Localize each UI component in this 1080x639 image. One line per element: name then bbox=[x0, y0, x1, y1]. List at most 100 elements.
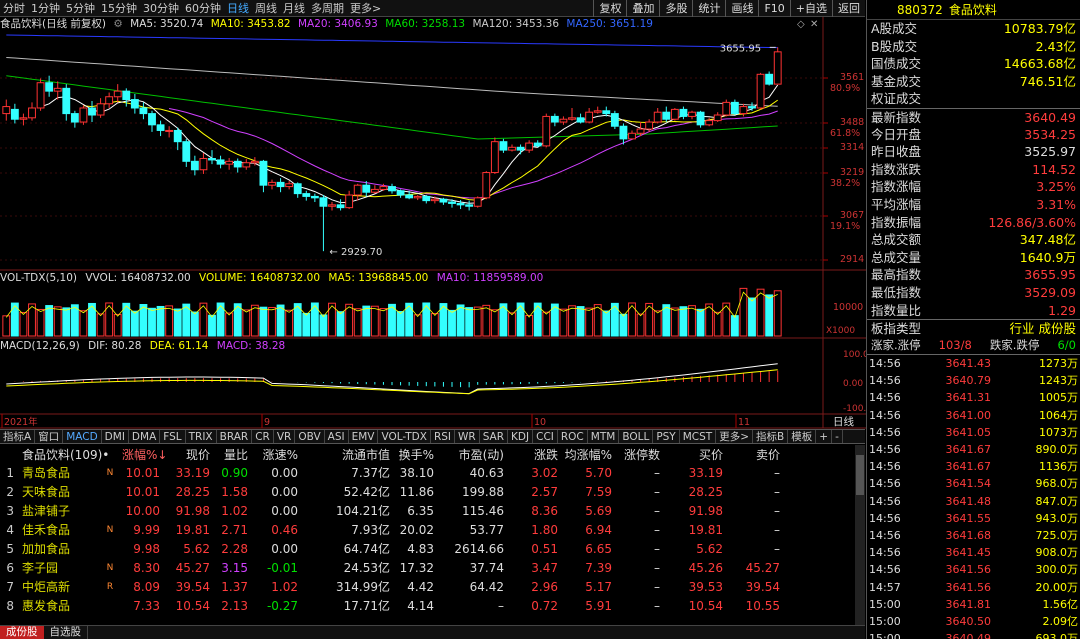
indicator-tab[interactable]: CR bbox=[252, 430, 274, 443]
indicator-tab[interactable]: + bbox=[816, 430, 833, 443]
indicator-tab[interactable]: WR bbox=[455, 430, 480, 443]
column-header[interactable]: 现价 bbox=[160, 446, 210, 463]
indicator-tab[interactable]: 模板 bbox=[788, 430, 817, 443]
table-row[interactable]: 4 佳禾食品 N 9.99 19.81 2.71 0.46 7.93亿 20.02 53.77 1.… bbox=[0, 520, 865, 539]
app-window: 分时 1分钟 5分钟 15分钟 30分钟 60分钟 日线 周线 月线 多周期 更… bbox=[0, 0, 1080, 639]
indicator-tab[interactable]: MCST bbox=[680, 430, 717, 443]
column-header[interactable]: 买价 bbox=[660, 446, 723, 463]
scroll-thumb[interactable] bbox=[856, 455, 864, 495]
price-axis-label: 3561 bbox=[840, 72, 864, 83]
tick-time: 14:56 bbox=[869, 425, 901, 439]
table-row[interactable]: 6 李子园 N 8.30 45.27 3.15 -0.01 24.53亿 17.32 37.74 3… bbox=[0, 558, 865, 577]
candle-body bbox=[379, 186, 388, 190]
volume-value: VOLUME: 16408732.00 bbox=[199, 272, 321, 284]
stat-row: 昨日收盘 3525.97 bbox=[867, 143, 1080, 161]
column-header[interactable]: 食品饮料(109)• bbox=[22, 446, 109, 463]
candle-body bbox=[730, 101, 739, 115]
indicator-tab[interactable]: 窗口 bbox=[35, 430, 64, 443]
stat-value: 2.43亿 bbox=[1035, 38, 1076, 54]
indicator-tab[interactable]: VR bbox=[274, 430, 296, 443]
candle-body bbox=[62, 87, 71, 115]
cell-zt: – bbox=[654, 522, 660, 537]
cell-turn: 4.14 bbox=[407, 598, 434, 613]
tick-time: 14:56 bbox=[869, 357, 901, 371]
table-row[interactable]: 3 盐津铺子 10.00 91.98 1.02 0.00 104.21亿 6.35 115.46… bbox=[0, 501, 865, 520]
indicator-tab[interactable]: FSL bbox=[160, 430, 186, 443]
indicator-tab[interactable]: SAR bbox=[480, 430, 509, 443]
candle-body bbox=[585, 111, 594, 123]
tick-time: 14:56 bbox=[869, 546, 901, 560]
stat-label: B股成交 bbox=[871, 38, 918, 54]
cell-chg: 8.36 bbox=[531, 503, 558, 518]
indicator-tab[interactable]: BRAR bbox=[217, 430, 253, 443]
tick-price: 3641.00 bbox=[945, 408, 992, 422]
indicator-tab[interactable]: ROC bbox=[558, 430, 588, 443]
table-row[interactable]: 7 中炬高新 R 8.09 39.54 1.37 1.02 314.99亿 4.42 64.42 2… bbox=[0, 577, 865, 596]
indicator-tab[interactable]: KDJ bbox=[508, 430, 534, 443]
column-header[interactable]: 涨跌 bbox=[504, 446, 558, 463]
stat-value: 3534.25 bbox=[1024, 126, 1076, 142]
volume-bar bbox=[756, 288, 765, 337]
volume-bar bbox=[336, 311, 345, 337]
kline-chart[interactable]: 356180.9% 348861.8% 3314 321938.2% 306719.1%… bbox=[0, 0, 866, 430]
column-header[interactable]: 卖价 bbox=[723, 446, 780, 463]
indicator-tab[interactable]: 更多> bbox=[716, 430, 754, 443]
indicator-tab[interactable]: 指标A bbox=[0, 430, 36, 443]
indicator-tab[interactable]: MACD bbox=[63, 430, 102, 443]
column-header[interactable]: 均涨幅% bbox=[558, 446, 612, 463]
volume-bar bbox=[679, 306, 688, 337]
indicator-tab[interactable]: TRIX bbox=[186, 430, 217, 443]
indicator-tab[interactable]: VOL-TDX bbox=[378, 430, 431, 443]
tick-price: 3640.50 bbox=[945, 614, 992, 628]
watchlist-tab[interactable]: 自选股 bbox=[44, 626, 88, 639]
indicator-tab[interactable]: CCI bbox=[533, 430, 558, 443]
tick-volume: 890.0万 bbox=[1035, 443, 1079, 457]
indicator-tab[interactable]: EMV bbox=[349, 430, 379, 443]
indicator-tab[interactable]: PSY bbox=[653, 430, 680, 443]
volume-bar bbox=[653, 310, 662, 337]
table-row[interactable]: 2 天味食品 10.01 28.25 1.58 0.00 52.42亿 11.86 199.88… bbox=[0, 482, 865, 501]
indicator-tab[interactable]: BOLL bbox=[619, 430, 654, 443]
candle-body bbox=[568, 117, 576, 120]
column-header[interactable]: 涨幅%↓ bbox=[122, 446, 167, 463]
stat-value: 347.48亿 bbox=[1019, 232, 1076, 248]
indicator-tab[interactable]: DMI bbox=[102, 430, 129, 443]
table-row[interactable]: 8 惠发食品 7.33 10.54 2.13 -0.27 17.71亿 4.14 – 0.72 5.… bbox=[0, 596, 865, 615]
stat-row: 平均涨幅 3.31% bbox=[867, 196, 1080, 214]
ma120-line bbox=[6, 57, 778, 107]
table-row[interactable]: 1 青岛食品 N 10.01 33.19 0.90 0.00 7.37亿 38.10 40.63 3… bbox=[0, 463, 865, 482]
tick-row: 15:00 3640.50 2.09亿 bbox=[867, 613, 1080, 630]
indicator-tab[interactable]: - bbox=[832, 430, 843, 443]
cell-mcap: 314.99亿 bbox=[336, 580, 390, 594]
candle-body bbox=[705, 120, 714, 126]
volume-bar bbox=[96, 313, 105, 337]
candle-body bbox=[122, 90, 131, 101]
stat-row: 最低指数 3529.09 bbox=[867, 284, 1080, 302]
stat-value: 1640.9万 bbox=[1019, 249, 1076, 265]
column-header[interactable]: 流通市值 bbox=[298, 446, 390, 463]
cell-avg: 6.65 bbox=[585, 541, 612, 556]
fib-axis-label: 38.2% bbox=[830, 178, 860, 189]
table-scrollbar[interactable] bbox=[855, 445, 865, 625]
volume-bar bbox=[45, 305, 54, 337]
tick-volume: 847.0万 bbox=[1035, 494, 1079, 508]
volume-bar bbox=[508, 312, 516, 337]
table-row[interactable]: 5 加加食品 9.98 5.62 2.28 0.00 64.74亿 4.83 2614.66 0.… bbox=[0, 539, 865, 558]
column-header[interactable]: 市盈(动) bbox=[434, 446, 504, 463]
constituents-tab[interactable]: 成份股 bbox=[0, 626, 44, 639]
volume-bar bbox=[585, 307, 594, 337]
column-header[interactable]: 涨停数 bbox=[612, 446, 660, 463]
volume-bar bbox=[302, 312, 311, 337]
indicator-tab[interactable]: 指标B bbox=[753, 430, 789, 443]
tick-row: 14:56 3641.54 968.0万 bbox=[867, 475, 1080, 492]
indicator-tab[interactable]: RSI bbox=[431, 430, 455, 443]
indicator-tab[interactable]: OBV bbox=[295, 430, 325, 443]
indicator-tab[interactable]: ASI bbox=[325, 430, 349, 443]
column-header[interactable]: 涨速% bbox=[248, 446, 298, 463]
indicator-tab[interactable]: MTM bbox=[588, 430, 620, 443]
column-header[interactable]: 量比 bbox=[210, 446, 248, 463]
indicator-tab[interactable]: DMA bbox=[129, 430, 161, 443]
tick-time: 14:56 bbox=[869, 477, 901, 491]
candle-body bbox=[490, 141, 499, 174]
column-header[interactable]: 换手% bbox=[390, 446, 434, 463]
